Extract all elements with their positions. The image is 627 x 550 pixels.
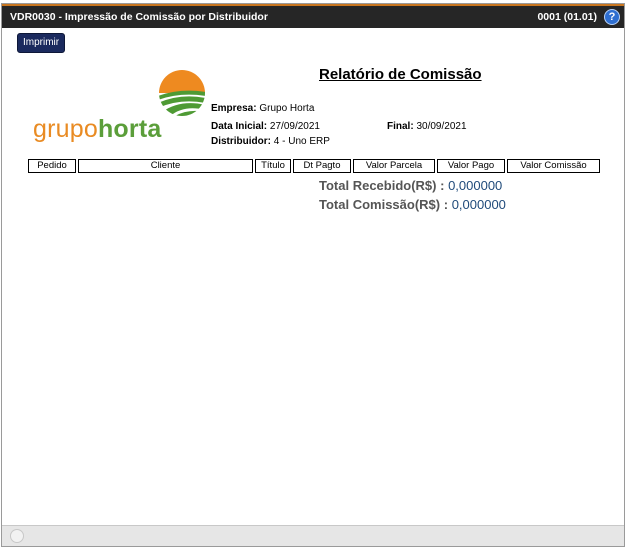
total-recebido-value: 0,000000 [448,178,503,193]
data-inicial-row: Data Inicial: 27/09/2021 [211,121,320,132]
print-button[interactable]: Imprimir [17,33,66,53]
total-recebido-label: Total Recebido(R$) : [319,178,445,193]
final-value: 30/09/2021 [416,121,467,132]
col-header-valor-pago: Valor Pago [437,159,505,173]
program-code: 0001 (01.01) [537,11,597,23]
col-header-valor-parcela: Valor Parcela [353,159,435,173]
col-header-titulo: Título [255,159,291,173]
distribuidor-value: 4 - Uno ERP [273,136,330,147]
final-label: Final: [387,121,414,132]
company-logo: grupohorta [30,66,210,146]
total-comissao-label: Total Comissão(R$) : [319,197,449,212]
total-recebido: Total Recebido(R$) : 0,000000 [319,178,502,193]
final-row: Final: 30/09/2021 [387,121,467,132]
report-title: Relatório de Comissão [319,66,482,83]
logo-wordmark: grupohorta [33,115,162,143]
distribuidor-label: Distribuidor: [211,136,271,147]
empresa-value: Grupo Horta [259,103,315,114]
empresa-label: Empresa: [211,103,257,114]
data-inicial-value: 27/09/2021 [269,121,320,132]
app-window: VDR0030 - Impressão de Comissão por Dist… [1,3,625,547]
loading-spinner-icon [10,529,24,543]
col-header-valor-comissao: Valor Comissão [507,159,600,173]
logo-sun-fields-icon [159,70,205,116]
col-header-dt-pagto: Dt Pagto [293,159,351,173]
status-bar [2,525,624,546]
col-header-cliente: Cliente [78,159,253,173]
distribuidor-row: Distribuidor: 4 - Uno ERP [211,136,330,147]
title-bar: VDR0030 - Impressão de Comissão por Dist… [2,4,624,28]
data-inicial-label: Data Inicial: [211,121,268,132]
col-header-pedido: Pedido [28,159,76,173]
help-icon[interactable]: ? [604,9,620,25]
empresa-row: Empresa: Grupo Horta [211,103,314,114]
window-title: VDR0030 - Impressão de Comissão por Dist… [10,11,268,23]
total-comissao: Total Comissão(R$) : 0,000000 [319,197,506,212]
total-comissao-value: 0,000000 [451,197,506,212]
